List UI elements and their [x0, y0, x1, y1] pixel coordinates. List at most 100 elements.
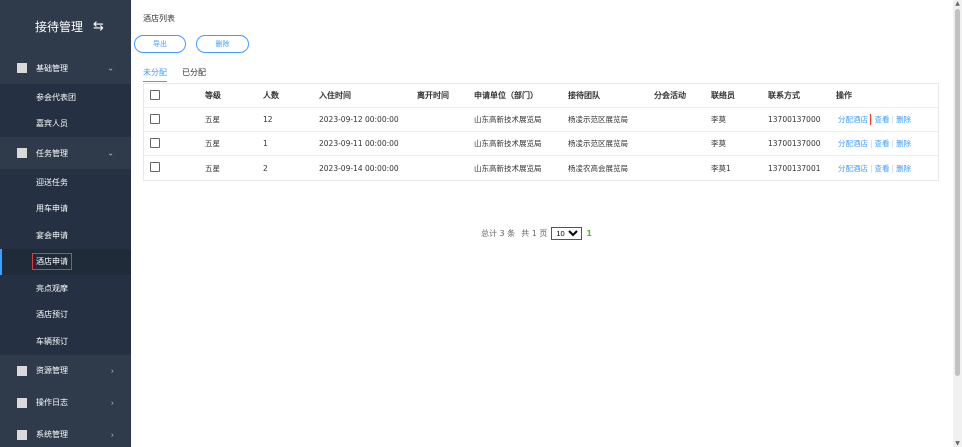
sidebar-item-label: 酒店预订 [36, 310, 68, 320]
sidebar-group-label: 系统管理 [36, 430, 68, 439]
cell-unit: 山东高新技术展览局 [474, 163, 542, 173]
square-icon [17, 397, 27, 408]
main-content: 酒店列表 导出 删除 未分配 已分配 等级 人数 入住时间 离开时间 申请单位（… [131, 0, 953, 447]
sidebar-item-label: 酒店申请 [32, 253, 72, 271]
hotel-table: 等级 人数 入住时间 离开时间 申请单位（部门） 接待团队 分会活动 联络员 联… [143, 83, 939, 181]
tab-assigned[interactable]: 已分配 [182, 67, 206, 78]
view-link[interactable]: 查看 [875, 139, 890, 148]
cell-checkin: 2023-09-14 00:00:00 [319, 163, 399, 173]
current-page[interactable]: 1 [586, 229, 592, 238]
cell-phone: 13700137001 [768, 163, 821, 173]
row-checkbox[interactable] [150, 137, 160, 148]
sidebar-group-label: 资源管理 [36, 366, 68, 375]
column-header: 联系方式 [768, 91, 800, 100]
cell-phone: 13700137000 [768, 139, 821, 148]
app-title: 接待管理 [35, 19, 84, 34]
square-icon [17, 148, 27, 158]
view-link[interactable]: 查看 [875, 115, 890, 124]
page-title: 酒店列表 [143, 14, 175, 23]
column-header: 联络员 [711, 91, 735, 100]
sidebar-item-label: 车辆预订 [36, 336, 68, 346]
sidebar-item-label: 亮点观摩 [36, 283, 68, 293]
cell-phone: 13700137000 [768, 115, 821, 124]
sidebar-item-car-request[interactable]: 用车申请 [0, 195, 131, 222]
sidebar-item-delegation[interactable]: 参会代表团 [0, 84, 131, 111]
tab-unassigned[interactable]: 未分配 [143, 67, 167, 82]
cell-actions: 分配酒店 | 查看 | 删除 [838, 163, 912, 173]
chevron-right-icon: › [110, 366, 114, 375]
select-all-checkbox[interactable] [150, 89, 160, 100]
square-icon [17, 63, 27, 73]
cell-level: 五星 [205, 163, 220, 173]
cell-team: 杨凌示范区展览局 [568, 139, 628, 148]
cell-contact: 李莫1 [711, 163, 731, 173]
column-header: 分会活动 [654, 91, 686, 100]
cell-count: 2 [263, 163, 268, 173]
cell-actions: 分配酒店 | 查看 | 删除 [836, 114, 912, 125]
delete-link[interactable]: 删除 [896, 164, 911, 173]
cell-count: 1 [263, 139, 268, 148]
sidebar-group-system[interactable]: 系统管理 › [0, 419, 131, 447]
chevron-right-icon: › [110, 430, 114, 439]
row-checkbox[interactable] [150, 113, 160, 124]
table-row: 五星 1 2023-09-11 00:00:00 山东高新技术展览局 杨凌示范区… [144, 132, 938, 156]
sidebar-item-label: 用车申请 [36, 204, 68, 214]
scrollbar[interactable]: ▲ ▼ [953, 0, 962, 447]
assign-hotel-link[interactable]: 分配酒店 [836, 114, 871, 125]
assign-hotel-link[interactable]: 分配酒店 [838, 164, 868, 173]
sidebar-item-guests[interactable]: 嘉宾人员 [0, 110, 131, 137]
swap-icon[interactable]: ⇆ [93, 19, 104, 34]
cell-count: 12 [263, 115, 273, 124]
cell-unit: 山东高新技术展览局 [474, 115, 542, 124]
cell-checkin: 2023-09-11 00:00:00 [319, 139, 399, 148]
sidebar-item-hotel-request[interactable]: 酒店申请 [0, 248, 131, 275]
column-header: 操作 [836, 91, 852, 100]
sidebar-group-label: 任务管理 [36, 148, 68, 158]
pager-total: 总计 3 条 [481, 229, 516, 238]
chevron-down-icon: ⌄ [107, 63, 114, 73]
pager-pages: 共 1 页 [521, 229, 548, 238]
sidebar-group-log[interactable]: 操作日志 › [0, 387, 131, 419]
pagination: 总计 3 条 共 1 页 10 1 [481, 227, 592, 240]
sidebar-item-highlight-visit[interactable]: 亮点观摩 [0, 275, 131, 302]
chevron-down-icon: ⌄ [107, 148, 114, 158]
table-row: 五星 2 2023-09-14 00:00:00 山东高新技术展览局 杨凌农高会… [144, 156, 938, 180]
column-header: 申请单位（部门） [474, 91, 538, 100]
cell-team: 杨凌示范区展览局 [568, 115, 628, 124]
sidebar-item-label: 宴会申请 [36, 230, 68, 240]
scroll-up-icon[interactable]: ▲ [953, 0, 962, 7]
sidebar-group-basic[interactable]: 基础管理 ⌄ [0, 52, 131, 84]
sidebar-item-banquet[interactable]: 宴会申请 [0, 222, 131, 249]
delete-link[interactable]: 删除 [896, 115, 911, 124]
sidebar-header: 接待管理 ⇆ [0, 0, 131, 52]
column-header: 入住时间 [319, 91, 351, 100]
page-size-select[interactable]: 10 [551, 227, 583, 240]
sidebar-group-label: 操作日志 [36, 398, 68, 407]
cell-team: 杨凌农高会展览局 [568, 163, 628, 173]
sidebar-item-label: 参会代表团 [36, 92, 76, 102]
column-header: 接待团队 [568, 91, 600, 100]
cell-actions: 分配酒店 | 查看 | 删除 [838, 139, 912, 148]
cell-level: 五星 [205, 139, 220, 148]
scroll-down-icon[interactable]: ▼ [953, 440, 962, 447]
delete-link[interactable]: 删除 [896, 139, 911, 148]
view-link[interactable]: 查看 [875, 164, 890, 173]
square-icon [17, 365, 27, 376]
cell-level: 五星 [205, 115, 220, 124]
sidebar-item-vehicle-booking[interactable]: 车辆预订 [0, 328, 131, 355]
cell-checkin: 2023-09-12 00:00:00 [319, 115, 399, 124]
sidebar-item-pickup[interactable]: 迎送任务 [0, 169, 131, 196]
scrollbar-thumb[interactable] [955, 9, 960, 376]
square-icon [17, 429, 27, 440]
sidebar-item-hotel-booking[interactable]: 酒店预订 [0, 301, 131, 328]
delete-button[interactable]: 删除 [196, 35, 249, 53]
sidebar-item-label: 迎送任务 [36, 177, 68, 187]
sidebar-group-resource[interactable]: 资源管理 › [0, 355, 131, 387]
assign-hotel-link[interactable]: 分配酒店 [838, 139, 868, 148]
sidebar: 接待管理 ⇆ 基础管理 ⌄ 参会代表团 嘉宾人员 任务管理 ⌄ 迎送任务 用车申… [0, 0, 131, 447]
export-button[interactable]: 导出 [134, 35, 186, 53]
column-header: 离开时间 [417, 91, 449, 100]
sidebar-group-task[interactable]: 任务管理 ⌄ [0, 137, 131, 169]
row-checkbox[interactable] [150, 162, 160, 172]
table-row: 五星 12 2023-09-12 00:00:00 山东高新技术展览局 杨凌示范… [144, 108, 938, 132]
